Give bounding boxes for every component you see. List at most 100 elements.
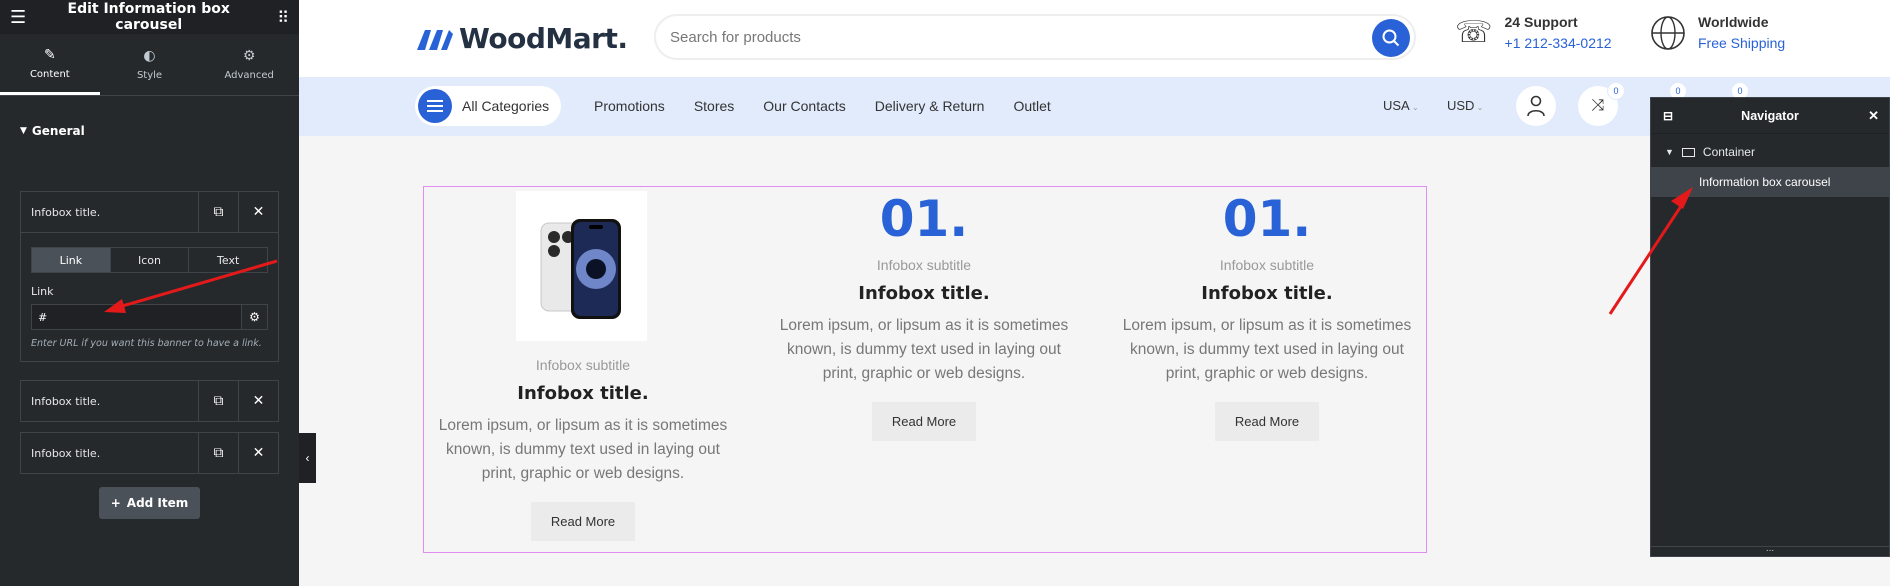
- link-hint: Enter URL if you want this banner to hav…: [31, 338, 262, 349]
- currency-value: USD: [1447, 98, 1475, 113]
- nav-stores[interactable]: Stores: [694, 98, 734, 114]
- collapse-panel-button[interactable]: ‹: [299, 433, 316, 483]
- pencil-icon: ✎: [43, 46, 56, 63]
- support-title: 24 Support: [1504, 14, 1578, 30]
- country-value: USA: [1383, 98, 1410, 113]
- infobox-subtitle: Infobox subtitle: [535, 357, 631, 373]
- navigator-header[interactable]: ⊟ Navigator ✕: [1651, 98, 1889, 134]
- infobox-text: Lorem ipsum, or lipsum as it is sometime…: [438, 417, 728, 482]
- repeater-item-label: Infobox title.: [31, 205, 101, 219]
- read-more-button[interactable]: Read More: [530, 502, 636, 541]
- tab-style[interactable]: ◐ Style: [100, 34, 200, 95]
- section-general[interactable]: ▼ General: [0, 111, 299, 151]
- phone-product-image: [516, 191, 647, 341]
- all-categories-label: All Categories: [462, 98, 550, 114]
- gear-icon: ⚙: [242, 48, 256, 64]
- section-general-label: General: [31, 124, 85, 138]
- container-icon: [1681, 147, 1695, 157]
- segment-icon[interactable]: Icon: [111, 248, 190, 272]
- infobox-number: 01.: [1222, 190, 1312, 248]
- close-icon[interactable]: ✕: [1868, 108, 1879, 124]
- support-info[interactable]: ☏ 24 Support +1 212-334-0212: [1455, 14, 1612, 51]
- menu-icon: [418, 89, 452, 123]
- tab-content[interactable]: ✎ Content: [0, 34, 100, 95]
- link-options-gear-icon[interactable]: ⚙: [242, 304, 268, 330]
- read-more-button[interactable]: Read More: [1214, 402, 1320, 441]
- duplicate-icon[interactable]: ⧉: [198, 433, 238, 473]
- caret-down-icon[interactable]: ▼: [1665, 147, 1674, 157]
- chevron-down-icon: ⌄: [1409, 103, 1419, 112]
- search-icon: [1382, 29, 1400, 47]
- close-icon[interactable]: ✕: [238, 433, 278, 473]
- infobox-subtitle: Infobox subtitle: [876, 257, 972, 273]
- chevron-left-icon: ‹: [305, 451, 310, 465]
- repeater-item-header[interactable]: Infobox title. ⧉ ✕: [21, 192, 278, 232]
- infobox-text: Lorem ipsum, or lipsum as it is sometime…: [1122, 317, 1412, 382]
- repeater-item-label: Infobox title.: [31, 446, 101, 460]
- infobox-subtitle: Infobox subtitle: [1219, 257, 1315, 273]
- account-button[interactable]: [1516, 86, 1556, 126]
- plus-icon: +: [110, 496, 121, 510]
- shipping-info[interactable]: Worldwide Free Shipping: [1650, 14, 1785, 51]
- tab-advanced-label: Advanced: [224, 70, 274, 81]
- tab-advanced[interactable]: ⚙ Advanced: [199, 34, 299, 95]
- search-button[interactable]: [1372, 19, 1410, 57]
- all-categories-button[interactable]: All Categories: [415, 86, 561, 126]
- navigator-title: Navigator: [1741, 108, 1799, 123]
- nav-our-contacts[interactable]: Our Contacts: [763, 98, 845, 114]
- logo-text: WoodMart.: [459, 22, 628, 55]
- close-icon[interactable]: ✕: [238, 192, 278, 232]
- shuffle-icon: ⤨: [1591, 97, 1605, 114]
- infobox-card-2: 01. Infobox subtitle Infobox title. Lore…: [774, 189, 1074, 441]
- search-input[interactable]: Search for products: [654, 14, 1416, 60]
- segment-text[interactable]: Text: [189, 248, 267, 272]
- nav-promotions[interactable]: Promotions: [594, 98, 665, 114]
- duplicate-icon[interactable]: ⧉: [198, 192, 238, 232]
- site-logo[interactable]: WoodMart.: [415, 22, 628, 55]
- add-item-button[interactable]: + Add Item: [99, 487, 200, 519]
- navigator-carousel-row[interactable]: Information box carousel: [1651, 167, 1889, 197]
- nav-delivery-return[interactable]: Delivery & Return: [875, 98, 985, 114]
- infobox-card-1: Infobox subtitle Infobox title. Lorem ip…: [433, 357, 733, 541]
- country-select[interactable]: USA ⌄: [1383, 98, 1419, 113]
- tab-style-label: Style: [136, 70, 163, 81]
- nav-links: Promotions Stores Our Contacts Delivery …: [594, 98, 1051, 114]
- infobox-text: Lorem ipsum, or lipsum as it is sometime…: [779, 317, 1069, 382]
- repeater-item-header[interactable]: Infobox title. ⧉ ✕: [21, 433, 278, 473]
- apps-grid-icon[interactable]: ⠿: [277, 8, 289, 27]
- link-type-switcher: Link Icon Text: [31, 247, 268, 273]
- infobox-title: Infobox title.: [1201, 283, 1333, 304]
- navigator-container-row[interactable]: ▼ Container: [1651, 137, 1889, 167]
- link-field-row: # ⚙: [31, 304, 268, 330]
- read-more-button[interactable]: Read More: [871, 402, 977, 441]
- panel-title: Edit Information box carousel: [67, 1, 230, 33]
- shipping-title: Worldwide: [1698, 14, 1769, 30]
- infobox-title: Infobox title.: [517, 383, 649, 404]
- duplicate-icon[interactable]: ⧉: [198, 381, 238, 421]
- repeater-item-1: Infobox title. ⧉ ✕ Link Icon Text Link #…: [20, 191, 279, 362]
- support-phone[interactable]: +1 212-334-0212: [1505, 35, 1612, 51]
- woodmart-logo-icon: [417, 29, 453, 50]
- hamburger-icon[interactable]: ☰: [10, 7, 26, 28]
- editor-panel: ☰ Edit Information box carousel ⠿ ✎ Cont…: [0, 0, 299, 586]
- navigator-resize-handle[interactable]: ...: [1651, 544, 1889, 556]
- add-item-label: Add Item: [126, 496, 189, 510]
- panel-tabs: ✎ Content ◐ Style ⚙ Advanced: [0, 34, 299, 96]
- repeater-item-2: Infobox title. ⧉ ✕: [20, 380, 279, 422]
- tab-content-label: Content: [29, 68, 70, 80]
- search-placeholder: Search for products: [670, 28, 801, 46]
- chevron-down-icon: ⌄: [1474, 103, 1484, 112]
- user-icon: [1527, 95, 1545, 117]
- collapse-all-icon[interactable]: ⊟: [1663, 109, 1673, 123]
- shipping-sub: Free Shipping: [1698, 35, 1786, 51]
- contrast-icon: ◐: [143, 48, 156, 64]
- repeater-item-header[interactable]: Infobox title. ⧉ ✕: [21, 381, 278, 421]
- currency-select[interactable]: USD ⌄: [1447, 98, 1483, 113]
- infobox-title: Infobox title.: [858, 283, 990, 304]
- link-input[interactable]: #: [31, 304, 242, 330]
- repeater-item-body: Link Icon Text Link # ⚙ Enter URL if you…: [21, 232, 278, 361]
- close-icon[interactable]: ✕: [238, 381, 278, 421]
- repeater-item-label: Infobox title.: [31, 394, 101, 408]
- segment-link[interactable]: Link: [32, 248, 111, 272]
- nav-outlet[interactable]: Outlet: [1013, 98, 1050, 114]
